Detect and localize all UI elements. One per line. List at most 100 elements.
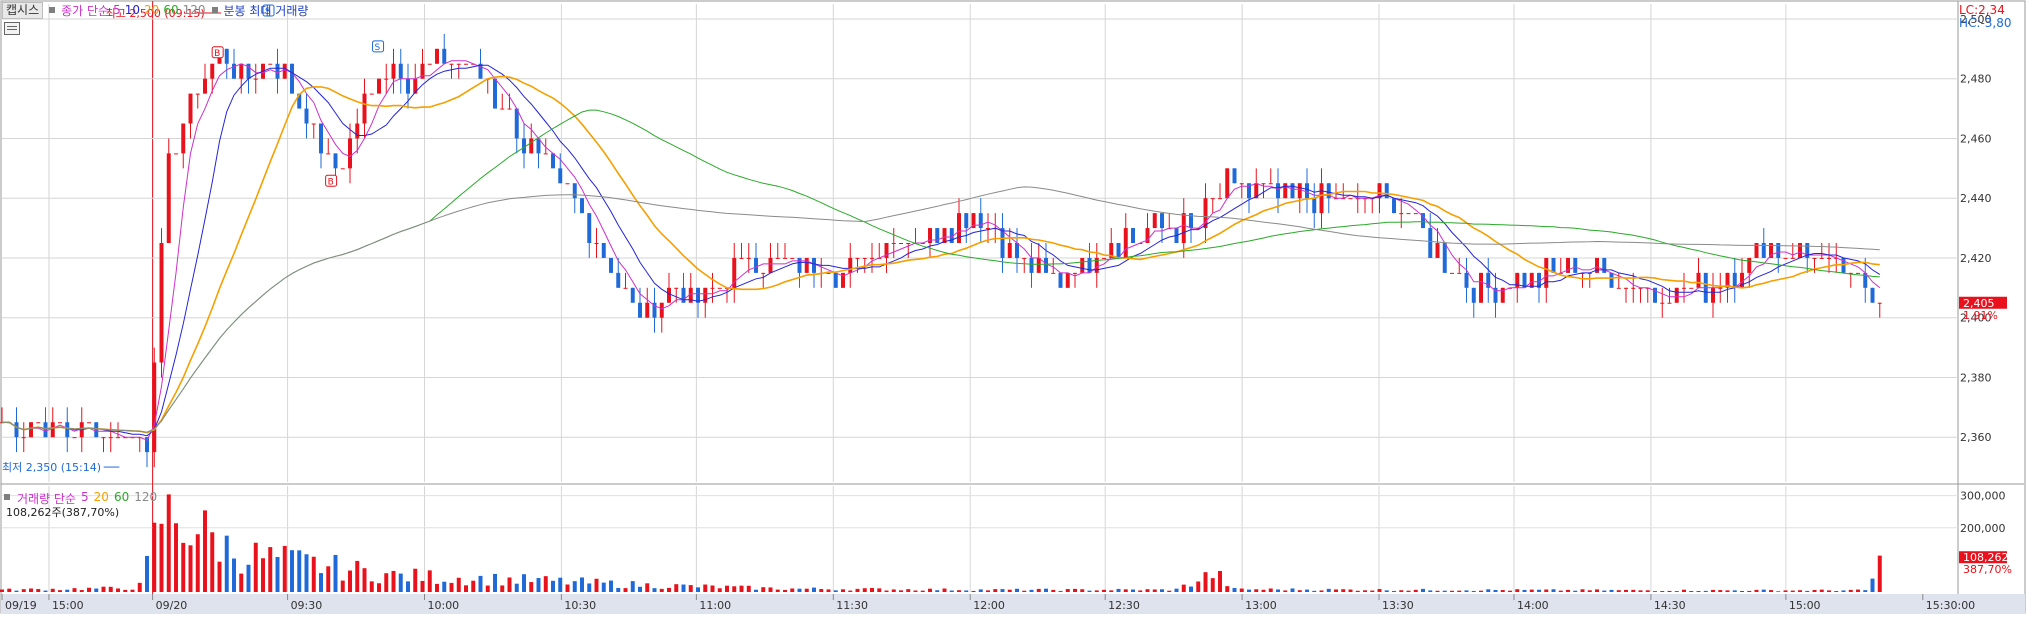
candle-body xyxy=(159,243,164,363)
volume-bar xyxy=(246,564,251,592)
signal-marker: B xyxy=(325,174,338,187)
volume-bar xyxy=(949,590,954,592)
volume-bar xyxy=(232,558,236,592)
volume-bar xyxy=(630,581,635,592)
candle-body xyxy=(681,287,686,303)
volume-bar xyxy=(659,588,664,592)
time-tick-label: 15:00 xyxy=(1789,599,1821,612)
candle-body xyxy=(72,437,77,439)
volume-bar xyxy=(1703,590,1708,592)
candle-body xyxy=(1051,272,1056,274)
candle-body xyxy=(1225,168,1230,199)
candle-body xyxy=(1392,198,1396,214)
time-tick-label: 11:00 xyxy=(699,599,731,612)
ma-period-60[interactable]: 60 xyxy=(163,3,178,17)
candle-body xyxy=(304,108,309,124)
candle-body xyxy=(616,272,621,288)
candle-body xyxy=(1856,272,1860,274)
ma-period-120[interactable]: 120 xyxy=(183,3,206,17)
volume-bar xyxy=(877,588,882,592)
volume-bar xyxy=(152,522,157,592)
candle-body xyxy=(565,183,570,185)
volume-bar xyxy=(688,585,693,592)
volume-bar xyxy=(1406,590,1411,592)
volume-bar xyxy=(65,589,70,592)
volume-current-value: 108,262주(387,70%) xyxy=(6,506,120,519)
time-tick-label: 09/19 xyxy=(5,599,37,612)
volume-bar xyxy=(1754,589,1759,592)
volume-bar xyxy=(1609,589,1614,592)
candle-body xyxy=(29,422,33,438)
stock-minute-chart[interactable]: 09/19 15:00 09/20 09:30 10:00 10:30 11:00 11:30… xyxy=(0,0,2026,614)
volume-bar xyxy=(1167,590,1172,592)
volume-bar xyxy=(1696,591,1701,592)
volume-bar xyxy=(1841,590,1846,592)
volume-bar xyxy=(891,589,896,592)
price-tick-label: 2,360 xyxy=(1960,431,1992,444)
candle-body xyxy=(514,108,519,139)
volume-bar xyxy=(1827,590,1831,592)
volume-bar xyxy=(1761,589,1766,592)
ma-period-20[interactable]: 20 xyxy=(144,3,159,17)
volume-bar xyxy=(1660,591,1665,592)
volume-bar xyxy=(551,580,555,592)
candle-body xyxy=(333,153,338,169)
ma-label[interactable]: 종가 단순 xyxy=(61,2,109,19)
volume-ma-120[interactable]: 120 xyxy=(134,490,157,507)
candle-body xyxy=(1152,213,1157,229)
volume-bar xyxy=(304,554,309,592)
volume-bar xyxy=(1116,588,1121,592)
volume-bar xyxy=(1044,588,1048,592)
candle-body xyxy=(1029,257,1034,273)
candle-body xyxy=(253,78,258,80)
volume-bar xyxy=(1029,589,1034,592)
volume-bar xyxy=(159,523,164,592)
volume-bar xyxy=(543,576,548,592)
chart-mode-label[interactable]: 분봉 최대 거래량 xyxy=(224,2,309,19)
volume-bar xyxy=(123,589,128,592)
candle-body xyxy=(369,93,374,95)
volume-bar xyxy=(841,589,845,592)
candle-body xyxy=(94,422,99,438)
volume-bar xyxy=(1239,588,1244,592)
volume-bar xyxy=(1769,590,1773,592)
volume-bar xyxy=(355,560,360,592)
candle-body xyxy=(442,48,447,64)
volume-bar xyxy=(21,589,26,592)
ma-period-10[interactable]: 10 xyxy=(125,3,140,17)
volume-bar xyxy=(1776,591,1781,592)
candle-body xyxy=(1747,257,1752,273)
candle-body xyxy=(1348,198,1353,200)
candle-body xyxy=(239,63,244,79)
candle-body xyxy=(1877,302,1882,304)
candle-body xyxy=(790,257,795,259)
candle-body xyxy=(754,257,758,273)
volume-bar xyxy=(1305,589,1309,592)
volume-bar xyxy=(1740,590,1744,592)
stock-name-tag[interactable]: 캡시스 xyxy=(2,1,44,19)
candle-body xyxy=(427,63,432,65)
candle-body xyxy=(449,63,454,65)
candle-body xyxy=(761,272,766,274)
candle-body xyxy=(268,63,273,65)
volume-bar xyxy=(623,588,628,592)
candle-body xyxy=(36,422,41,424)
table-view-icon[interactable] xyxy=(4,22,20,35)
volume-bar xyxy=(253,542,258,592)
candle-body xyxy=(1790,257,1795,259)
candle-body xyxy=(1479,272,1483,303)
candle-body xyxy=(594,243,599,244)
chart-canvas[interactable]: 09/19 15:00 09/20 09:30 10:00 10:30 11:00 11:30… xyxy=(0,0,2026,614)
volume-bar xyxy=(275,556,280,592)
candle-body xyxy=(224,48,229,64)
candle-body xyxy=(551,153,555,169)
volume-bar xyxy=(1261,589,1266,592)
candle-body xyxy=(572,183,577,199)
volume-bar xyxy=(1515,589,1520,592)
price-tick-label: 2,420 xyxy=(1960,252,1992,265)
candle-body xyxy=(746,257,751,259)
volume-bar xyxy=(1254,589,1259,592)
volume-bar xyxy=(0,589,4,592)
ma-period-5[interactable]: 5 xyxy=(113,3,121,17)
candle-body xyxy=(377,78,381,94)
